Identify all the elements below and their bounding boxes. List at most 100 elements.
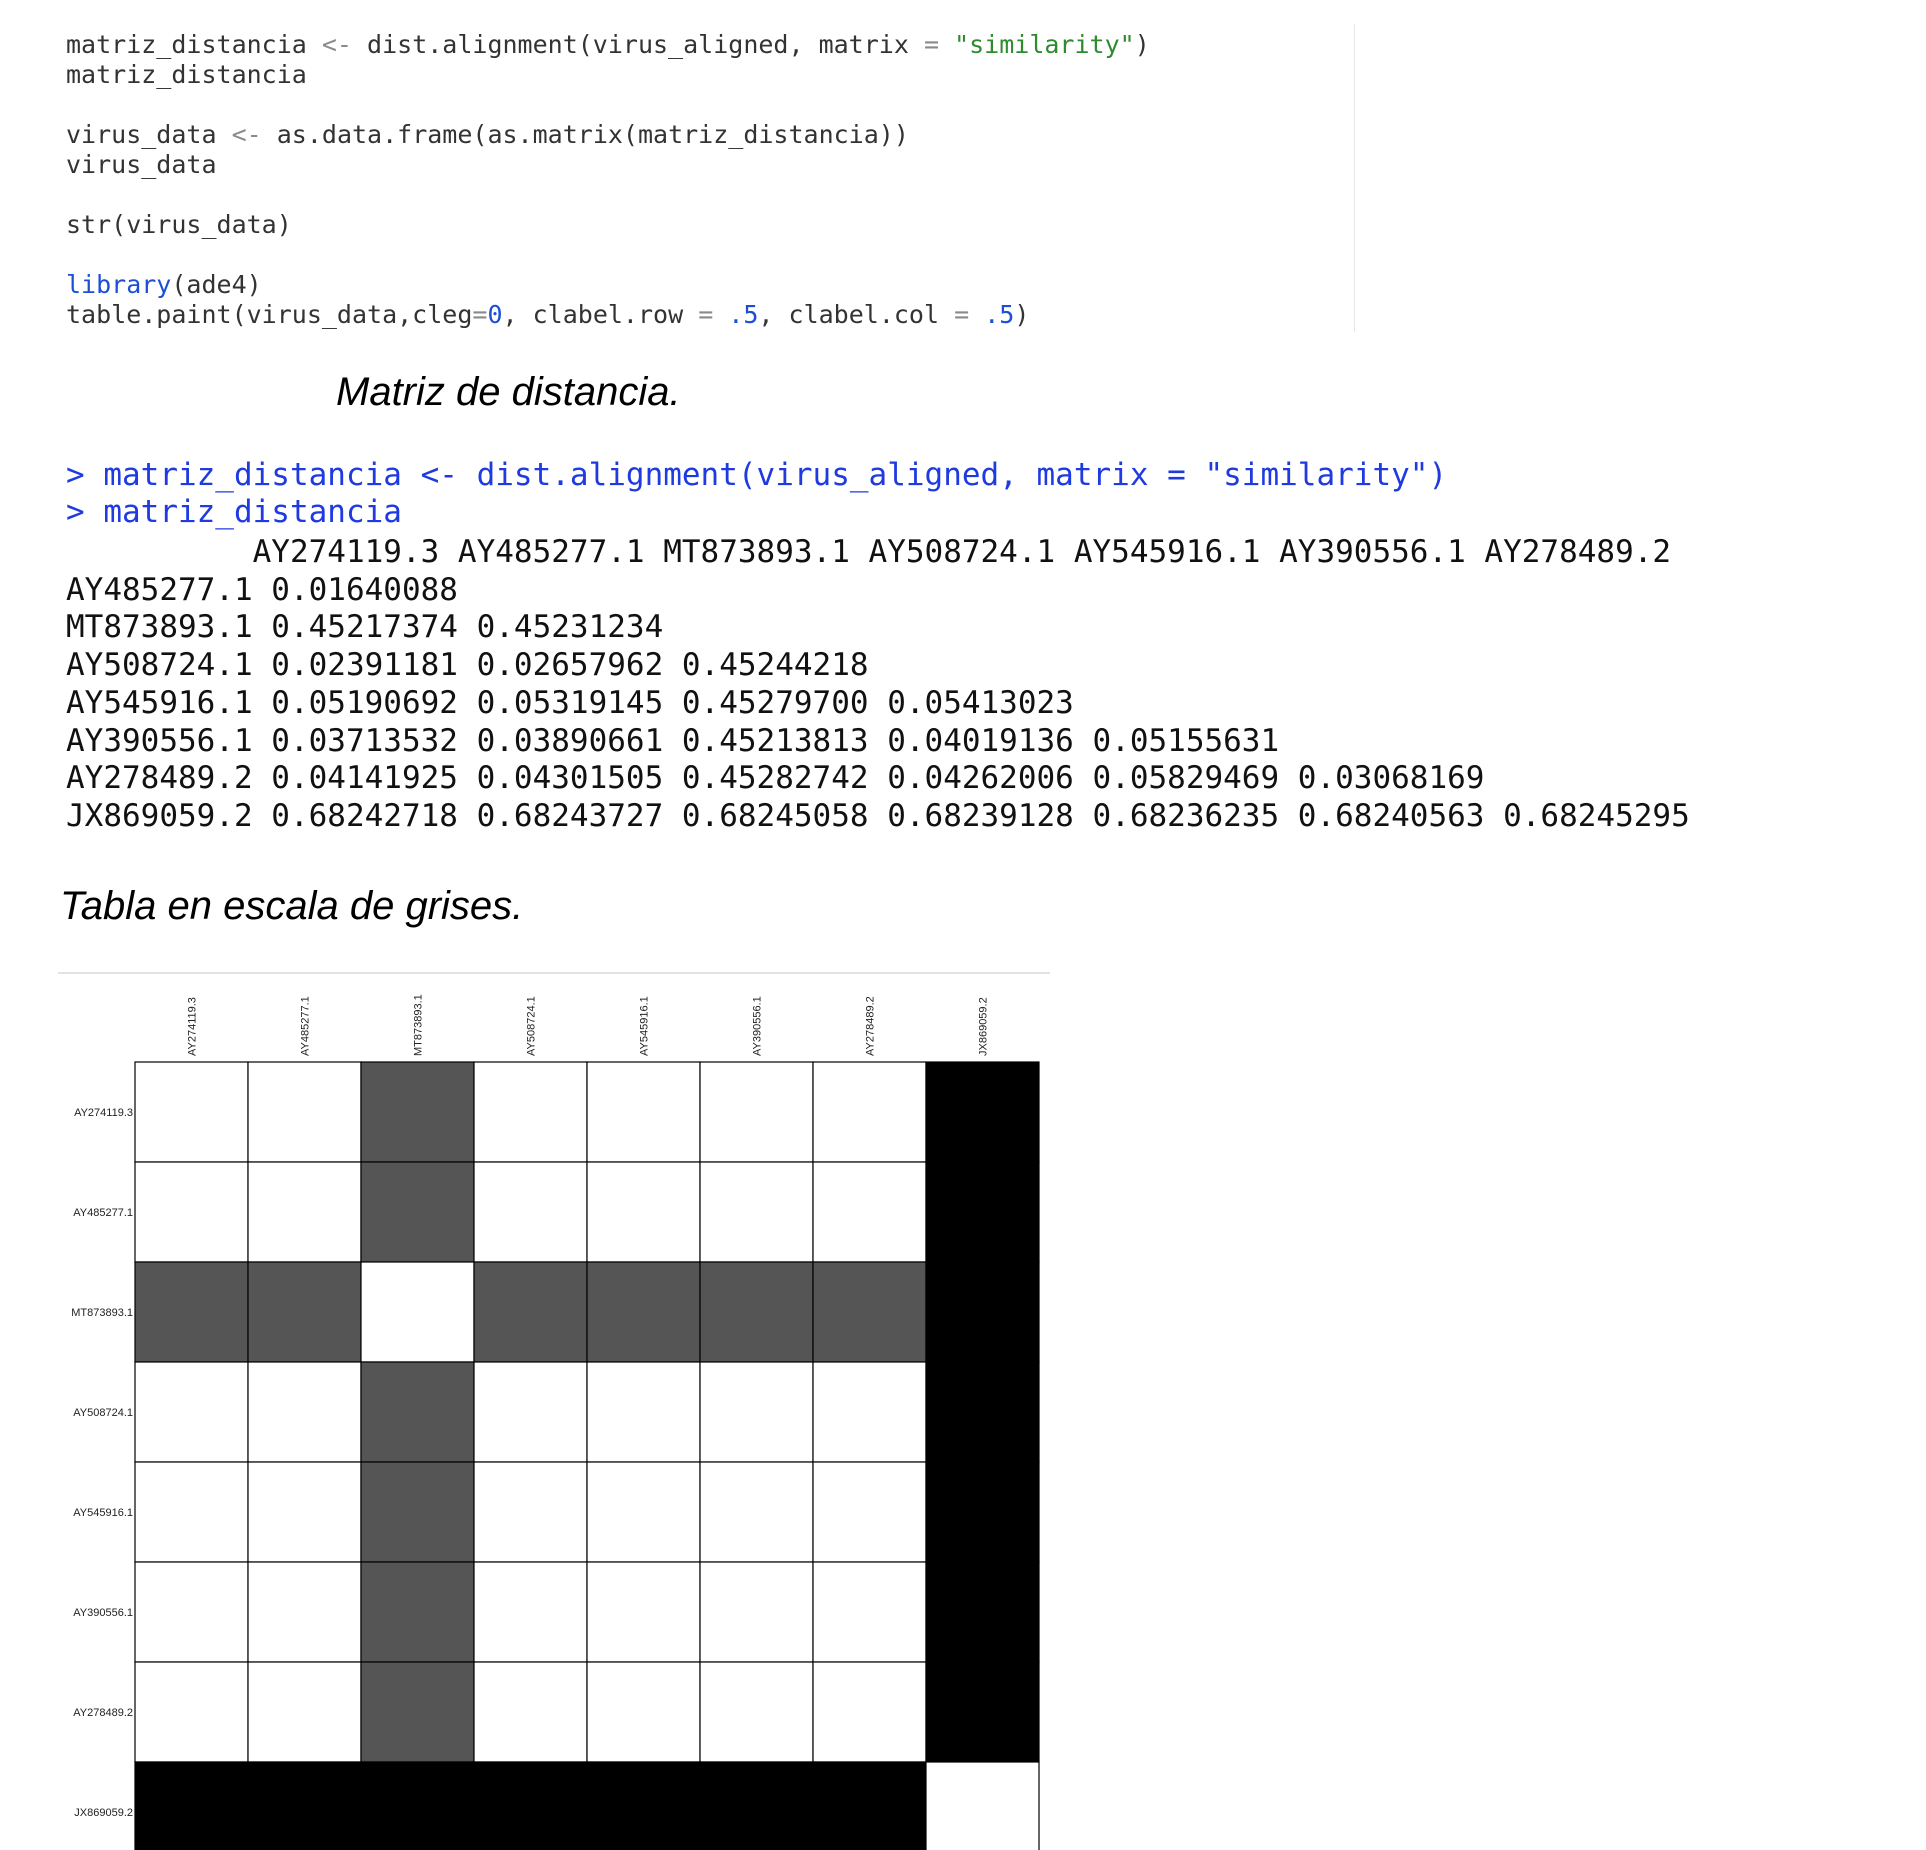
heatmap-cell [247, 1661, 362, 1763]
code-token: "similarity" [954, 30, 1135, 59]
column-label: AY278489.2 [865, 996, 877, 1056]
heatmap-cell [473, 1661, 588, 1763]
heatmap-cell [812, 1561, 927, 1663]
console-output-line: AY508724.1 0.02391181 0.02657962 0.45244… [66, 647, 869, 684]
heatmap-cell [247, 1161, 362, 1263]
heatmap-cell [134, 1261, 249, 1363]
heatmap-cell [473, 1361, 588, 1463]
heatmap-cell [360, 1561, 475, 1663]
code-token: = [472, 300, 488, 329]
row-label: AY278489.2 [73, 1707, 133, 1719]
code-line: table.paint(virus_data,cleg=0, clabel.ro… [66, 300, 1029, 330]
heatmap-cell [247, 1761, 362, 1850]
heatmap-cell [134, 1161, 249, 1263]
code-token: ) [1014, 300, 1030, 329]
code-line: matriz_distancia [66, 60, 307, 90]
code-token: = [923, 30, 939, 59]
code-token: dist.alignment(virus_aligned, matrix [351, 30, 924, 59]
heatmap-cell [699, 1361, 814, 1463]
code-line: matriz_distancia <- dist.alignment(virus… [66, 30, 1150, 60]
column-label: AY274119.3 [187, 997, 199, 1056]
heatmap-cell [925, 1561, 1040, 1663]
heatmap-chart: AY274119.3 AY485277.1 MT873893.1 AY508724.1… [71, 994, 1040, 1850]
code-token: library [66, 270, 172, 299]
heatmap-cell [473, 1161, 588, 1263]
code-token: 0 [487, 300, 503, 329]
code-line: str(virus_data) [66, 210, 292, 240]
heatmap-cell [586, 1161, 701, 1263]
heatmap-cell [473, 1461, 588, 1563]
code-token: <- [231, 120, 262, 149]
heatmap-cell [925, 1461, 1040, 1563]
heatmap-cell [586, 1661, 701, 1763]
heatmap-cell [360, 1161, 475, 1263]
heatmap-cell [812, 1261, 927, 1363]
column-label: AY485277.1 [300, 996, 312, 1056]
heatmap-cell [812, 1161, 927, 1263]
grayscale-table-figure: AY274119.3 AY485277.1 MT873893.1 AY508724.1… [58, 972, 1050, 1850]
code-token: table.paint(virus_data,cleg [66, 300, 473, 329]
row-label: AY545916.1 [73, 1507, 133, 1519]
code-token: virus_data [66, 120, 232, 149]
heatmap-cell [473, 1261, 588, 1363]
heatmap-cell [247, 1561, 362, 1663]
heatmap-cell [586, 1261, 701, 1363]
heatmap-cell [925, 1361, 1040, 1463]
console-output-line: JX869059.2 0.68242718 0.68243727 0.68245… [66, 797, 1690, 834]
heatmap-cell [699, 1061, 814, 1163]
code-token: .5 [728, 300, 759, 329]
column-label: MT873893.1 [413, 994, 425, 1056]
heatmap-cell [247, 1061, 362, 1163]
heatmap-cell [360, 1261, 475, 1363]
console-output-line: AY278489.2 0.04141925 0.04301505 0.45282… [66, 760, 1485, 797]
column-label: AY508724.1 [526, 996, 538, 1056]
row-label: AY485277.1 [73, 1207, 133, 1219]
heatmap-cell [925, 1161, 1040, 1263]
heatmap-cell [586, 1461, 701, 1563]
heatmap-cell [812, 1061, 927, 1163]
heatmap-cell [134, 1061, 249, 1163]
row-label: AY390556.1 [73, 1607, 133, 1619]
row-label: JX869059.2 [74, 1807, 133, 1819]
column-label: AY390556.1 [752, 996, 764, 1056]
heatmap-cell [699, 1261, 814, 1363]
code-token: as.data.frame(as.matrix(matriz_distancia… [261, 120, 909, 149]
heatmap-cell [360, 1061, 475, 1163]
heatmap-cell [812, 1461, 927, 1563]
heatmap-cell [134, 1461, 249, 1563]
row-label: AY508724.1 [73, 1407, 133, 1419]
column-label: AY545916.1 [639, 996, 651, 1056]
heatmap-cell [699, 1661, 814, 1763]
heatmap-cell [360, 1661, 475, 1763]
row-label: AY274119.3 [74, 1107, 133, 1119]
table-caption: Tabla en escala de grises. [60, 884, 524, 928]
heatmap-cell [925, 1261, 1040, 1363]
heatmap-cell [360, 1761, 475, 1850]
heatmap-cell [134, 1761, 249, 1850]
code-token: matriz_distancia [66, 60, 307, 89]
heatmap-cell [360, 1361, 475, 1463]
code-token: virus_data [66, 150, 217, 179]
code-token: = [954, 300, 970, 329]
code-line: virus_data <- as.data.frame(as.matrix(ma… [66, 120, 909, 150]
code-token: (ade4) [171, 270, 262, 299]
console-output-line: AY274119.3 AY485277.1 MT873893.1 AY50872… [66, 534, 1672, 570]
heatmap-cell [699, 1161, 814, 1263]
heatmap-cell [247, 1261, 362, 1363]
heatmap-cell [699, 1561, 814, 1663]
code-editor[interactable]: matriz_distancia <- dist.alignment(virus… [58, 24, 1355, 332]
heatmap-cell [699, 1761, 814, 1850]
heatmap-cell [925, 1761, 1040, 1850]
heatmap-cell [134, 1361, 249, 1463]
code-token: = [698, 300, 714, 329]
code-token: ) [1134, 30, 1150, 59]
console-command: > matriz_distancia <- dist.alignment(vir… [66, 457, 1448, 493]
heatmap-cell [247, 1461, 362, 1563]
heatmap-cell [134, 1661, 249, 1763]
console-output-line: AY390556.1 0.03713532 0.03890661 0.45213… [66, 722, 1280, 759]
console-command: > matriz_distancia [66, 494, 402, 530]
code-token: str(virus_data) [66, 210, 292, 239]
heatmap-cell [925, 1061, 1040, 1163]
